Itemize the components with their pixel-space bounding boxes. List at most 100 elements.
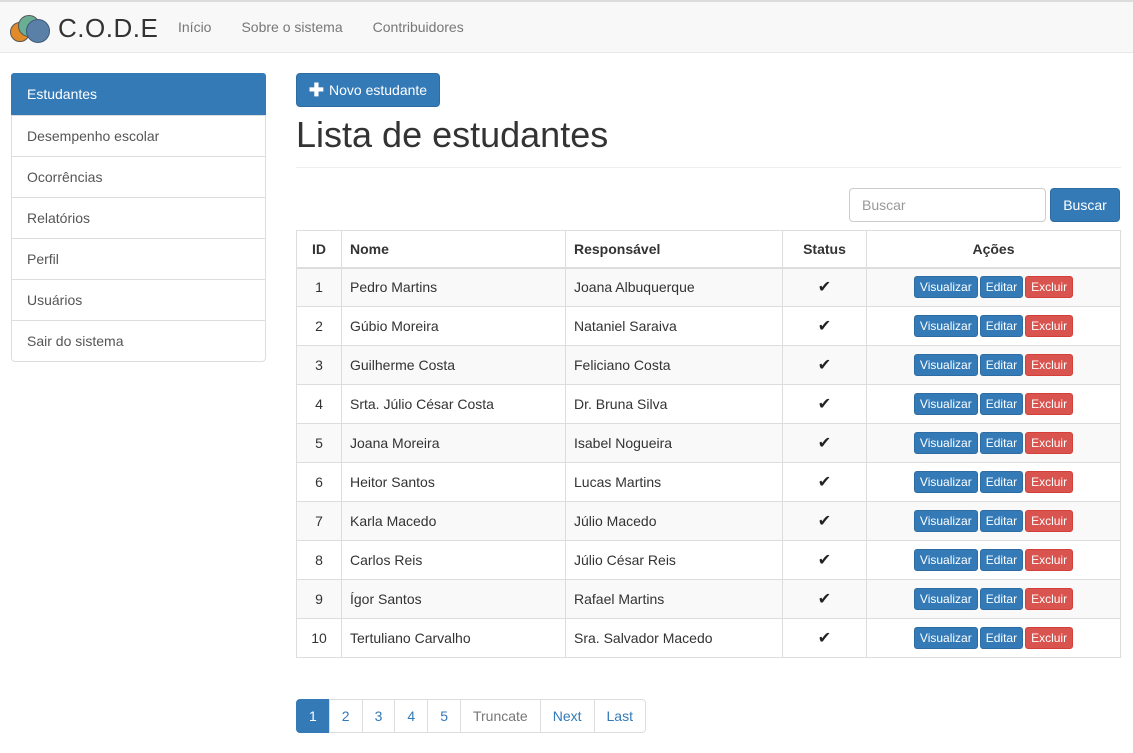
page-last[interactable]: Last — [593, 699, 646, 733]
cell-status: ✔ — [782, 540, 867, 580]
cell-actions: Visualizar Editar Excluir — [866, 462, 1121, 502]
check-icon: ✔ — [817, 435, 832, 452]
header-id[interactable]: ID — [296, 230, 342, 269]
cell-responsavel: Nataniel Saraiva — [565, 306, 783, 346]
plus-icon: ✚ — [308, 80, 324, 100]
delete-button[interactable]: Excluir — [1025, 354, 1074, 376]
sidebar-item-sair[interactable]: Sair do sistema — [12, 320, 265, 361]
edit-button[interactable]: Editar — [979, 393, 1024, 415]
edit-button[interactable]: Editar — [979, 471, 1024, 493]
page-4[interactable]: 4 — [394, 699, 429, 733]
cell-status: ✔ — [782, 501, 867, 541]
nav-link-contribuidores[interactable]: Contribuidores — [358, 2, 479, 53]
edit-button[interactable]: Editar — [979, 432, 1024, 454]
table-row: 6 Heitor Santos Lucas Martins ✔ Visualizar Ed… — [296, 462, 1121, 502]
page-1[interactable]: 1 — [296, 699, 330, 733]
brand[interactable]: C.O.D.E — [10, 10, 158, 46]
cell-id: 6 — [296, 462, 342, 502]
view-button[interactable]: Visualizar — [913, 549, 978, 571]
cell-actions: Visualizar Editar Excluir — [866, 423, 1121, 463]
cell-id: 5 — [296, 423, 342, 463]
check-icon: ✔ — [817, 630, 832, 647]
navbar: C.O.D.E Início Sobre o sistema Contribui… — [0, 0, 1133, 53]
cell-nome: Heitor Santos — [341, 462, 566, 502]
view-button[interactable]: Visualizar — [913, 471, 978, 493]
cell-actions: Visualizar Editar Excluir — [866, 501, 1121, 541]
page-next[interactable]: Next — [539, 699, 595, 733]
delete-button[interactable]: Excluir — [1025, 588, 1074, 610]
cell-nome: Carlos Reis — [341, 540, 566, 580]
nav-link-sobre[interactable]: Sobre o sistema — [226, 2, 357, 53]
nav-link-inicio[interactable]: Início — [163, 2, 226, 53]
delete-button[interactable]: Excluir — [1025, 627, 1074, 649]
delete-button[interactable]: Excluir — [1025, 471, 1074, 493]
check-icon: ✔ — [817, 396, 832, 413]
delete-button[interactable]: Excluir — [1025, 510, 1074, 532]
cell-id: 10 — [296, 618, 342, 658]
page-3[interactable]: 3 — [361, 699, 396, 733]
cell-responsavel: Rafael Martins — [565, 579, 783, 619]
check-icon: ✔ — [817, 591, 832, 608]
search-button[interactable]: Buscar — [1050, 188, 1120, 222]
edit-button[interactable]: Editar — [979, 276, 1024, 299]
cell-status: ✔ — [782, 267, 867, 307]
cell-nome: Ígor Santos — [341, 579, 566, 619]
cell-status: ✔ — [782, 306, 867, 346]
edit-button[interactable]: Editar — [979, 510, 1024, 532]
table-row: 8 Carlos Reis Júlio César Reis ✔ Visualizar E… — [296, 540, 1121, 580]
table-row: 3 Guilherme Costa Feliciano Costa ✔ Visualiz… — [296, 345, 1121, 385]
sidebar-item-estudantes[interactable]: Estudantes — [11, 73, 266, 115]
students-table: ID Nome Responsável Status Ações 1 Pedro … — [296, 230, 1121, 658]
sidebar-item-perfil[interactable]: Perfil — [12, 238, 265, 279]
view-button[interactable]: Visualizar — [913, 627, 978, 649]
sidebar-item-usuarios[interactable]: Usuários — [12, 279, 265, 320]
delete-button[interactable]: Excluir — [1025, 276, 1074, 299]
sidebar-item-ocorrencias[interactable]: Ocorrências — [12, 156, 265, 197]
edit-button[interactable]: Editar — [979, 627, 1024, 649]
view-button[interactable]: Visualizar — [913, 315, 978, 337]
cell-nome: Tertuliano Carvalho — [341, 618, 566, 658]
logo-icon — [10, 13, 52, 43]
view-button[interactable]: Visualizar — [913, 393, 978, 415]
header-responsavel[interactable]: Responsável — [565, 230, 783, 269]
sidebar-item-desempenho[interactable]: Desempenho escolar — [12, 115, 265, 156]
cell-responsavel: Sra. Salvador Macedo — [565, 618, 783, 658]
page-5[interactable]: 5 — [427, 699, 461, 733]
cell-status: ✔ — [782, 579, 867, 619]
edit-button[interactable]: Editar — [979, 549, 1024, 571]
cell-responsavel: Júlio Macedo — [565, 501, 783, 541]
view-button[interactable]: Visualizar — [913, 588, 978, 610]
cell-responsavel: Feliciano Costa — [565, 345, 783, 385]
cell-actions: Visualizar Editar Excluir — [866, 267, 1121, 307]
cell-actions: Visualizar Editar Excluir — [866, 540, 1121, 580]
table-row: 7 Karla Macedo Júlio Macedo ✔ Visualizar Edit… — [296, 501, 1121, 541]
page-2[interactable]: 2 — [328, 699, 363, 733]
new-student-button[interactable]: ✚ Novo estudante — [296, 73, 440, 107]
view-button[interactable]: Visualizar — [913, 510, 978, 532]
cell-responsavel: Isabel Nogueira — [565, 423, 783, 463]
delete-button[interactable]: Excluir — [1025, 432, 1074, 454]
view-button[interactable]: Visualizar — [913, 276, 978, 299]
check-icon: ✔ — [817, 552, 832, 569]
header-status[interactable]: Status — [782, 230, 867, 269]
header-nome[interactable]: Nome — [341, 230, 566, 269]
cell-nome: Joana Moreira — [341, 423, 566, 463]
edit-button[interactable]: Editar — [979, 354, 1024, 376]
sidebar-item-relatorios[interactable]: Relatórios — [12, 197, 265, 238]
edit-button[interactable]: Editar — [979, 588, 1024, 610]
cell-responsavel: Joana Albuquerque — [565, 267, 783, 307]
search-input[interactable] — [849, 188, 1046, 222]
check-icon: ✔ — [817, 318, 832, 335]
edit-button[interactable]: Editar — [979, 315, 1024, 337]
page-title: Lista de estudantes — [296, 114, 609, 155]
check-icon: ✔ — [817, 513, 832, 530]
view-button[interactable]: Visualizar — [913, 432, 978, 454]
brand-name: C.O.D.E — [58, 12, 159, 43]
view-button[interactable]: Visualizar — [913, 354, 978, 376]
cell-actions: Visualizar Editar Excluir — [866, 618, 1121, 658]
delete-button[interactable]: Excluir — [1025, 393, 1074, 415]
delete-button[interactable]: Excluir — [1025, 549, 1074, 571]
cell-responsavel: Dr. Bruna Silva — [565, 384, 783, 424]
delete-button[interactable]: Excluir — [1025, 315, 1074, 337]
table-row: 2 Gúbio Moreira Nataniel Saraiva ✔ Visualiza… — [296, 306, 1121, 346]
